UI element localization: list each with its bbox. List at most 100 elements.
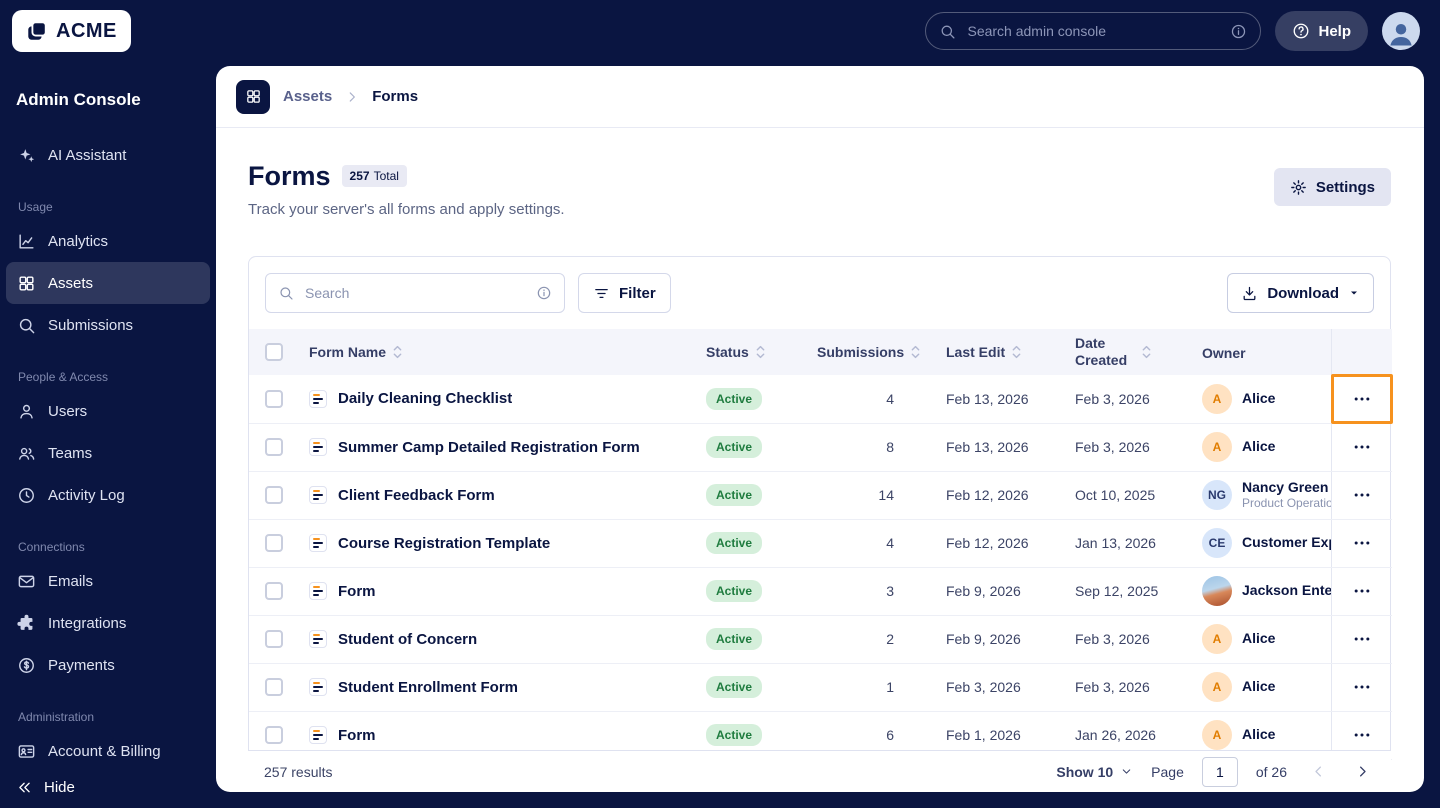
help-icon <box>1292 22 1310 40</box>
row-checkbox[interactable] <box>265 630 283 649</box>
billing-icon <box>17 742 36 761</box>
owner-cell: A Alice <box>1202 624 1331 654</box>
sort-icon[interactable] <box>1141 343 1152 361</box>
owner-cell: CE Customer Experience <box>1202 528 1331 558</box>
row-checkbox[interactable] <box>265 678 283 697</box>
actions-cell <box>1330 615 1392 664</box>
forms-table: Form Name Status Submissions Last Edit Date … <box>249 329 1394 760</box>
form-name-link[interactable]: Daily Cleaning Checklist <box>338 390 512 407</box>
date-created: Oct 10, 2025 <box>1075 471 1202 520</box>
search-icon <box>939 23 956 40</box>
row-actions-button[interactable] <box>1344 478 1380 512</box>
table-row: Student Enrollment Form Active 1 Feb 3, … <box>249 663 1392 712</box>
sort-icon[interactable] <box>755 343 766 361</box>
sort-icon[interactable] <box>392 343 403 361</box>
column-header-date_created[interactable]: Date Created <box>1075 329 1202 375</box>
ellipsis-icon <box>1352 437 1372 457</box>
row-checkbox[interactable] <box>265 389 283 408</box>
settings-button[interactable]: Settings <box>1273 168 1391 206</box>
sidebar-item-account-billing[interactable]: Account & Billing <box>6 730 210 772</box>
column-header-status[interactable]: Status <box>706 329 817 375</box>
sidebar-item-label: Emails <box>48 572 94 590</box>
hide-sidebar-button[interactable]: Hide <box>16 779 75 796</box>
sidebar-item-ai-assistant[interactable]: AI Assistant <box>6 134 210 176</box>
sidebar: Admin Console AI Assistant Usage Analyti… <box>0 62 216 808</box>
row-actions-button[interactable] <box>1344 382 1380 416</box>
row-checkbox[interactable] <box>265 486 283 505</box>
owner-name: Alice <box>1242 390 1276 406</box>
status-badge: Active <box>706 484 763 506</box>
chevron-left-icon <box>1311 764 1326 779</box>
download-button[interactable]: Download <box>1227 273 1374 313</box>
table-search-input[interactable] <box>303 284 527 302</box>
sidebar-item-assets[interactable]: Assets <box>6 262 210 304</box>
owner-name: Alice <box>1242 438 1276 455</box>
status-badge: Active <box>706 628 763 650</box>
form-name-link[interactable]: Form <box>338 727 376 744</box>
row-actions-button[interactable] <box>1344 430 1380 464</box>
sidebar-section-administration: Administration <box>18 710 95 724</box>
form-name-link[interactable]: Form <box>338 583 376 600</box>
user-avatar[interactable] <box>1382 12 1420 50</box>
row-checkbox[interactable] <box>265 582 283 601</box>
row-checkbox[interactable] <box>265 438 283 457</box>
form-name-link[interactable]: Student of Concern <box>338 631 477 648</box>
row-checkbox[interactable] <box>265 726 283 745</box>
filter-button[interactable]: Filter <box>578 273 671 313</box>
previous-page-button[interactable] <box>1305 759 1331 785</box>
info-icon[interactable] <box>1230 23 1247 40</box>
next-page-button[interactable] <box>1349 759 1375 785</box>
filter-label: Filter <box>619 284 656 302</box>
owner-avatar: A <box>1202 672 1232 702</box>
ellipsis-icon <box>1352 485 1372 505</box>
page-size-select[interactable]: Show 10 <box>1056 764 1133 780</box>
row-actions-button[interactable] <box>1344 526 1380 560</box>
sidebar-item-integrations[interactable]: Integrations <box>6 602 210 644</box>
column-header-last_edit[interactable]: Last Edit <box>946 329 1075 375</box>
sidebar-item-submissions[interactable]: Submissions <box>6 304 210 346</box>
column-header-name[interactable]: Form Name <box>293 329 706 375</box>
form-name-link[interactable]: Client Feedback Form <box>338 487 495 504</box>
sidebar-item-label: Submissions <box>48 316 134 334</box>
form-icon <box>309 726 327 744</box>
status-badge: Active <box>706 724 763 746</box>
page-of-label: of 26 <box>1255 763 1287 780</box>
form-icon <box>309 534 327 552</box>
sidebar-item-teams[interactable]: Teams <box>6 432 210 474</box>
help-button[interactable]: Help <box>1275 11 1368 51</box>
row-checkbox[interactable] <box>265 534 283 553</box>
row-actions-button[interactable] <box>1344 670 1380 704</box>
sidebar-item-payments[interactable]: Payments <box>6 644 210 686</box>
admin-search-input[interactable] <box>965 22 1222 40</box>
form-name-link[interactable]: Summer Camp Detailed Registration Form <box>338 439 640 456</box>
sidebar-item-analytics[interactable]: Analytics <box>6 220 210 262</box>
chevron-right-icon <box>1355 764 1370 779</box>
form-name-link[interactable]: Student Enrollment Form <box>338 679 518 696</box>
select-all-checkbox[interactable] <box>265 343 283 362</box>
info-icon[interactable] <box>536 285 552 301</box>
table-search[interactable] <box>265 273 565 313</box>
row-actions-button[interactable] <box>1344 718 1380 752</box>
page-number-input[interactable] <box>1201 756 1238 787</box>
sort-icon[interactable] <box>910 343 921 361</box>
sidebar-item-users[interactable]: Users <box>6 390 210 432</box>
owner-avatar: A <box>1202 720 1232 750</box>
sort-icon[interactable] <box>1011 343 1022 361</box>
last-edit-date: Feb 13, 2026 <box>946 375 1075 424</box>
sidebar-item-label: Analytics <box>48 232 109 250</box>
breadcrumb-assets-link[interactable]: Assets <box>283 88 332 105</box>
ellipsis-icon <box>1352 677 1372 697</box>
date-created: Feb 3, 2026 <box>1075 663 1202 712</box>
form-name-link[interactable]: Course Registration Template <box>338 535 550 552</box>
row-actions-button[interactable] <box>1344 574 1380 608</box>
admin-search[interactable] <box>925 12 1262 50</box>
ellipsis-icon <box>1352 629 1372 649</box>
status-badge: Active <box>706 387 763 410</box>
sidebar-item-emails[interactable]: Emails <box>6 560 210 602</box>
column-header-owner[interactable]: Owner <box>1202 329 1331 375</box>
sidebar-item-activity-log[interactable]: Activity Log <box>6 474 210 516</box>
column-header-submissions[interactable]: Submissions <box>817 329 946 375</box>
owner-name: Customer Experience <box>1242 534 1331 551</box>
sidebar-item-label: Integrations <box>48 614 127 632</box>
row-actions-button[interactable] <box>1344 622 1380 656</box>
